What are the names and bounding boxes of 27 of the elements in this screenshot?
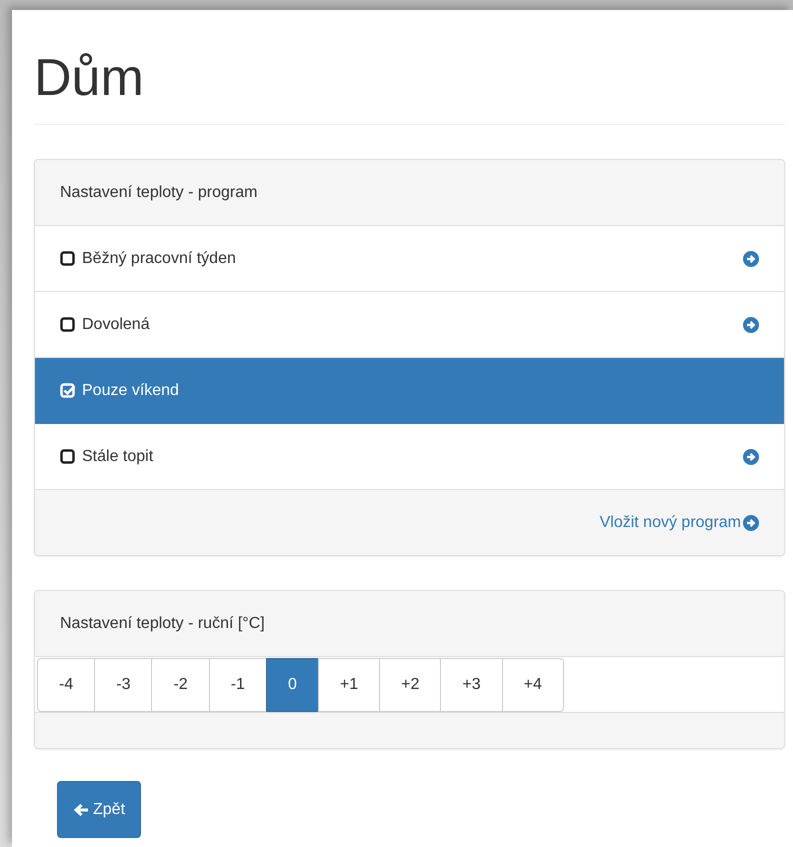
panel-heading: Nastavení teploty - ruční [°C] <box>60 614 265 632</box>
program-item[interactable]: Stále topit <box>35 424 784 490</box>
page-title: Dům <box>34 10 785 125</box>
arrow-right-icon <box>743 448 759 464</box>
temperature-button[interactable]: +2 <box>379 658 442 712</box>
temperature-button[interactable]: +3 <box>440 658 503 712</box>
arrow-right-icon <box>743 250 759 266</box>
temperature-button[interactable]: 0 <box>266 658 319 712</box>
temperature-button[interactable]: -4 <box>37 658 96 712</box>
temperature-button[interactable]: +4 <box>502 658 564 712</box>
checkbox-icon[interactable] <box>60 316 76 332</box>
checkbox-icon[interactable] <box>60 448 76 464</box>
checkbox-icon[interactable] <box>60 250 76 266</box>
checked-checkbox-icon[interactable] <box>60 382 76 398</box>
back-button[interactable]: Zpět <box>57 781 142 838</box>
program-item[interactable]: Pouze víkend <box>35 358 784 424</box>
temperature-button[interactable]: -3 <box>94 658 152 712</box>
panel-heading: Nastavení teploty - program <box>60 184 258 202</box>
arrow-left-icon <box>73 802 89 818</box>
temperature-button[interactable]: +1 <box>318 658 380 712</box>
add-program-link[interactable]: Vložit nový program <box>600 514 759 532</box>
arrow-right-icon <box>743 316 759 332</box>
program-item[interactable]: Dovolená <box>35 292 784 358</box>
temperature-button[interactable]: -1 <box>208 658 267 712</box>
temperature-button[interactable]: -2 <box>151 658 210 712</box>
arrow-right-icon <box>743 514 759 530</box>
program-item[interactable]: Běžný pracovní týden <box>35 226 784 292</box>
